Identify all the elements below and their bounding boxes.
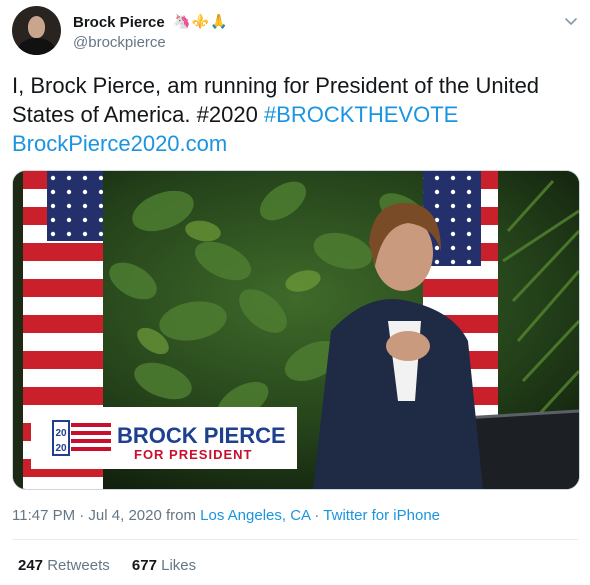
url-link[interactable]: BrockPierce2020.com xyxy=(12,131,227,156)
likes-stat[interactable]: 677 Likes xyxy=(132,557,196,574)
timestamp[interactable]: 11:47 PM · Jul 4, 2020 from xyxy=(12,507,200,524)
avatar-face xyxy=(28,16,45,38)
avatar-suit xyxy=(18,38,55,55)
meta-separator: · xyxy=(310,507,324,524)
photo-scene: 20 20 BROCK PIERCE FOR PRESIDENT xyxy=(13,171,579,489)
author-emojis: 🦄⚜️🙏 xyxy=(173,13,229,29)
chevron-down-icon[interactable] xyxy=(562,12,580,30)
retweets-stat[interactable]: 247 Retweets xyxy=(18,557,110,574)
hashtag-link[interactable]: #BROCKTHEVOTE xyxy=(264,102,458,127)
retweets-label: Retweets xyxy=(47,557,110,574)
tweet-text: I, Brock Pierce, am running for Presiden… xyxy=(12,71,578,158)
retweets-count: 247 xyxy=(18,557,44,574)
likes-label: Likes xyxy=(161,557,197,574)
author-block: Brock Pierce 🦄⚜️🙏 @brockpierce xyxy=(73,13,228,51)
tweet-meta: 11:47 PM · Jul 4, 2020 from Los Angeles,… xyxy=(12,507,440,524)
author-display-name[interactable]: Brock Pierce xyxy=(73,14,165,31)
author-handle[interactable]: @brockpierce xyxy=(73,34,228,51)
tweet-stats: 247 Retweets 677 Likes xyxy=(18,557,214,574)
divider xyxy=(12,539,578,540)
tweet-media-image[interactable]: 20 20 BROCK PIERCE FOR PRESIDENT xyxy=(12,170,580,490)
location-link[interactable]: Los Angeles, CA xyxy=(200,507,310,524)
banner-logo-bottom: 20 xyxy=(55,443,67,454)
likes-count: 677 xyxy=(131,557,157,574)
banner-name: BROCK PIERCE xyxy=(117,423,286,448)
banner-logo-top: 20 xyxy=(55,428,67,439)
avatar[interactable] xyxy=(12,6,61,55)
source-link[interactable]: Twitter for iPhone xyxy=(323,507,440,524)
banner-sub: FOR PRESIDENT xyxy=(134,447,252,462)
tweet-header: Brock Pierce 🦄⚜️🙏 @brockpierce xyxy=(12,6,582,58)
